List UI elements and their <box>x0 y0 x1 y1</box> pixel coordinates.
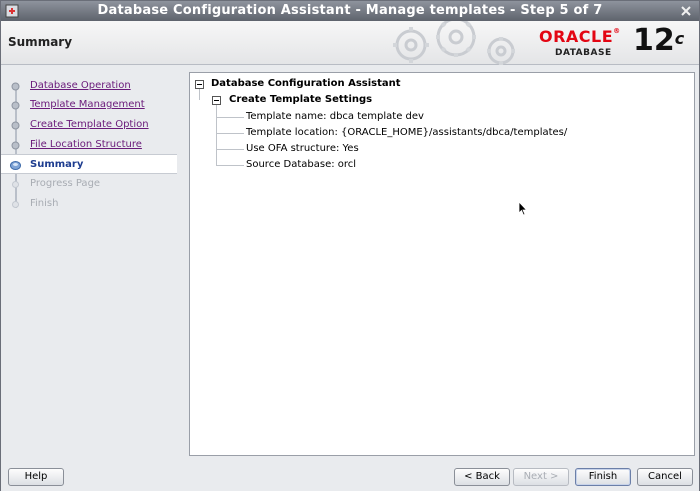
dbca-window: Database Configuration Assistant - Manag… <box>0 0 700 491</box>
tree-root-node[interactable]: Database Configuration Assistant <box>211 78 401 89</box>
oracle-database-logo: ORACLE® DATABASE 12c <box>537 23 697 63</box>
mouse-pointer-icon <box>518 201 528 216</box>
step-label[interactable]: Template Management <box>30 99 145 110</box>
tree-connector <box>216 102 217 166</box>
cancel-button[interactable]: Cancel <box>637 468 693 486</box>
tree-leaf-template-location[interactable]: Template location: {ORACLE_HOME}/assista… <box>246 127 567 138</box>
finish-button[interactable]: Finish <box>575 468 631 486</box>
summary-tree-panel[interactable]: Database Configuration Assistant Create … <box>189 72 695 456</box>
step-create-template-option[interactable]: Create Template Option <box>1 115 177 135</box>
version-badge: 12c <box>633 23 685 58</box>
wizard-footer: Help < Back Next > Finish Cancel <box>1 461 699 491</box>
step-label[interactable]: File Location Structure <box>30 139 142 150</box>
step-file-location-structure[interactable]: File Location Structure <box>1 135 177 155</box>
step-progress-page: Progress Page <box>1 174 177 194</box>
window-titlebar[interactable]: Database Configuration Assistant - Manag… <box>1 1 699 21</box>
step-finish: Finish <box>1 194 177 214</box>
step-label[interactable]: Create Template Option <box>30 119 149 130</box>
step-pending-icon <box>12 201 19 208</box>
tree-connector <box>216 149 244 150</box>
step-summary[interactable]: Summary <box>1 154 177 174</box>
step-done-icon <box>11 141 20 150</box>
database-wordmark: DATABASE <box>555 48 612 58</box>
collapse-toggle-icon[interactable] <box>195 80 204 89</box>
step-label[interactable]: Summary <box>30 159 83 170</box>
gears-decoration-icon <box>393 21 515 65</box>
collapse-toggle-icon[interactable] <box>212 96 221 105</box>
back-button[interactable]: < Back <box>454 468 510 486</box>
step-done-icon <box>11 121 20 130</box>
window-menu-icon[interactable] <box>5 4 19 18</box>
step-label: Progress Page <box>30 178 101 189</box>
tree-connector <box>216 117 244 118</box>
step-done-icon <box>11 82 20 91</box>
step-done-icon <box>11 101 20 110</box>
step-label[interactable]: Database Operation <box>30 80 131 91</box>
tree-connector <box>216 133 244 134</box>
tree-leaf-ofa-structure[interactable]: Use OFA structure: Yes <box>246 143 359 154</box>
page-title: Summary <box>8 35 73 49</box>
step-pending-icon <box>12 181 19 188</box>
tree-leaf-template-name[interactable]: Template name: dbca template dev <box>246 111 424 122</box>
page-header: Summary ORACLE® DATABASE 12c <box>1 21 699 65</box>
window-title: Database Configuration Assistant - Manag… <box>97 3 603 18</box>
step-label: Finish <box>30 198 59 209</box>
next-button[interactable]: Next > <box>513 468 569 486</box>
step-template-management[interactable]: Template Management <box>1 95 177 115</box>
tree-leaf-source-database[interactable]: Source Database: orcl <box>246 159 356 170</box>
step-current-icon <box>10 161 21 170</box>
step-navigator: Database Operation Template Management C… <box>1 66 177 456</box>
oracle-wordmark: ORACLE® <box>539 27 621 46</box>
help-button[interactable]: Help <box>8 468 64 486</box>
tree-section-node[interactable]: Create Template Settings <box>229 94 372 105</box>
tree-connector <box>216 165 244 166</box>
window-close-icon[interactable] <box>679 4 693 18</box>
step-database-operation[interactable]: Database Operation <box>1 76 177 96</box>
